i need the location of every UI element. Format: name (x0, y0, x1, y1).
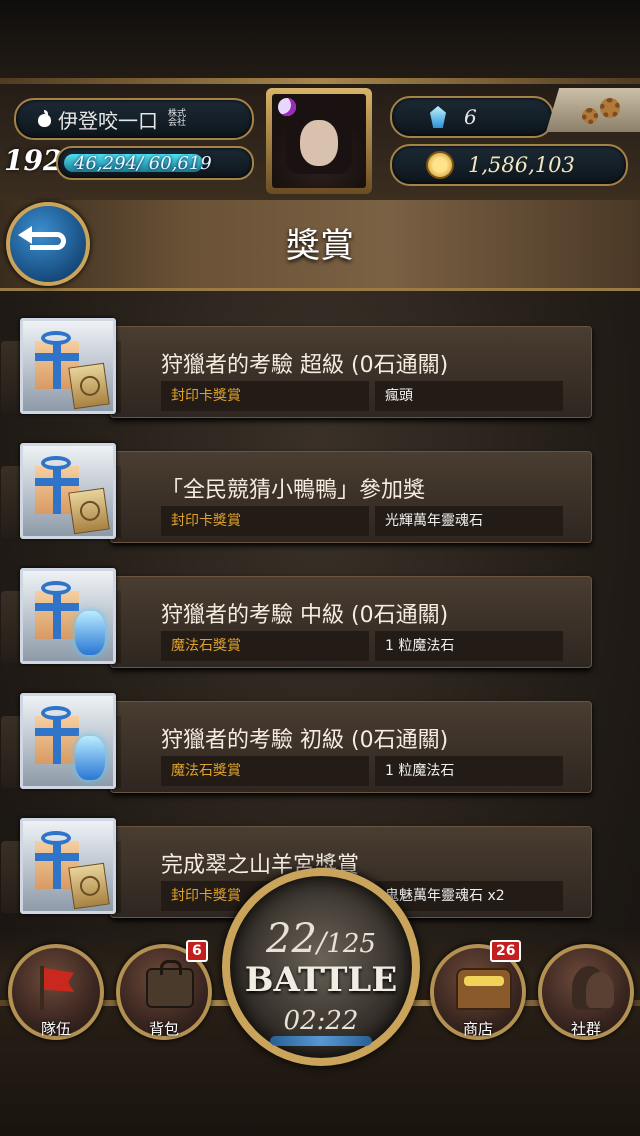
bag-badge: 6 (186, 940, 208, 962)
reward-title: 狩獵者的考驗 中級 (0石通關) (161, 603, 449, 628)
gift-box-icon (35, 591, 79, 639)
reward-type: 封印卡獎賞 (161, 506, 369, 536)
stamina-current: 22 (266, 916, 317, 962)
nav-shop-label: 商店 (462, 1020, 493, 1038)
player-name: 伊登咬一口 (58, 108, 158, 133)
settings-button[interactable] (546, 88, 640, 132)
stamina-display: 22/125 (230, 916, 412, 962)
coin-counter[interactable]: 1,586,103 (390, 144, 628, 186)
shop-badge: 26 (490, 940, 522, 962)
exp-text: 46,294/ 60,619 (74, 152, 212, 174)
flag-icon (40, 966, 44, 1010)
stamina-max: 125 (326, 929, 376, 959)
leader-avatar[interactable] (266, 88, 372, 194)
card-icon (68, 862, 110, 910)
gift-box-icon (35, 716, 79, 764)
magic-stone-counter[interactable]: 6 (390, 96, 554, 138)
magic-stone-count: 6 (464, 105, 477, 129)
reward-type: 魔法石獎賞 (161, 756, 369, 786)
nav-team-label: 隊伍 (40, 1020, 71, 1038)
card-icon (68, 362, 110, 410)
reward-item-name: 光輝萬年靈魂石 (375, 506, 563, 536)
back-button[interactable] (6, 202, 90, 286)
battle-button[interactable]: 22/125 BATTLE 02:22 (222, 868, 420, 1066)
battle-label: BATTLE (244, 960, 398, 1000)
reward-title: 狩獵者的考驗 初級 (0石通關) (161, 728, 449, 753)
reward-item-row[interactable]: 狩獵者的考驗 中級 (0石通關) 魔法石獎賞 1 粒魔法石 (0, 568, 600, 680)
gift-icon (20, 443, 116, 539)
apple-icon (38, 110, 52, 127)
nav-social-button[interactable]: 社群 (538, 944, 634, 1040)
reward-item-row[interactable]: 狩獵者的考驗 超級 (0石通關) 封印卡獎賞 瘋頭 (0, 318, 600, 430)
reward-title: 狩獵者的考驗 超級 (0石通關) (161, 353, 449, 378)
reward-item-row[interactable]: 狩獵者的考驗 初級 (0石通關) 魔法石獎賞 1 粒魔法石 (0, 693, 600, 805)
reward-item-name: 1 粒魔法石 (375, 756, 563, 786)
nav-shop-button[interactable]: 26 商店 (430, 940, 526, 1040)
moon-icon (278, 98, 296, 116)
magic-stone-icon (430, 106, 446, 128)
card-icon (68, 487, 110, 535)
reward-type: 封印卡獎賞 (161, 381, 369, 411)
stamina-separator: / (316, 926, 327, 959)
reward-item-name: 1 粒魔法石 (375, 631, 563, 661)
bow-icon (41, 581, 71, 595)
nav-bag-label: 背包 (148, 1020, 179, 1038)
reward-title: 「全民競猜小鴨鴨」參加獎 (161, 478, 426, 503)
gift-icon (20, 818, 116, 914)
gift-icon (20, 568, 116, 664)
bow-icon (41, 706, 71, 720)
coin-count: 1,586,103 (468, 153, 575, 177)
corp-tag: 株式会社 (168, 109, 187, 128)
bag-icon (146, 960, 194, 1008)
magic-stone-icon (75, 611, 105, 655)
page-title: 獎賞 (286, 226, 354, 266)
nav-team-button[interactable]: 隊伍 (8, 944, 104, 1040)
magic-stone-icon (75, 736, 105, 780)
reward-card[interactable]: 「全民競猜小鴨鴨」參加獎 封印卡獎賞 光輝萬年靈魂石 (1, 451, 592, 543)
bow-icon (41, 331, 71, 345)
gear-small-icon (582, 108, 598, 124)
coin-icon (426, 151, 454, 179)
reward-item-row[interactable]: 「全民競猜小鴨鴨」參加獎 封印卡獎賞 光輝萬年靈魂石 (0, 443, 600, 555)
avatar (272, 94, 366, 188)
reward-card[interactable]: 狩獵者的考驗 中級 (0石通關) 魔法石獎賞 1 粒魔法石 (1, 576, 592, 668)
back-arrow-icon (18, 226, 66, 250)
gift-icon (20, 693, 116, 789)
gear-icon (600, 98, 620, 118)
player-level: 192 (4, 144, 63, 177)
bow-icon (41, 456, 71, 470)
reward-item-name: 鬼魅萬年靈魂石 x2 (375, 881, 563, 911)
reward-item-name: 瘋頭 (375, 381, 563, 411)
stamina-timer: 02:22 (283, 1006, 359, 1036)
stamina-glow-bar (270, 1036, 372, 1046)
reward-card[interactable]: 狩獵者的考驗 超級 (0石通關) 封印卡獎賞 瘋頭 (1, 326, 592, 418)
reward-type: 魔法石獎賞 (161, 631, 369, 661)
people-icon (572, 966, 614, 1010)
exp-bar: 46,294/ 60,619 (56, 146, 254, 180)
avatar-face (300, 120, 338, 166)
gift-icon (20, 318, 116, 414)
player-name-pill[interactable]: 伊登咬一口 株式会社 (14, 98, 254, 140)
reward-card[interactable]: 狩獵者的考驗 初級 (0石通關) 魔法石獎賞 1 粒魔法石 (1, 701, 592, 793)
nav-bag-button[interactable]: 6 背包 (116, 940, 212, 1040)
bow-icon (41, 831, 71, 845)
nav-social-label: 社群 (570, 1020, 601, 1038)
treasure-chest-icon (456, 968, 512, 1010)
header-ornament (0, 78, 640, 84)
